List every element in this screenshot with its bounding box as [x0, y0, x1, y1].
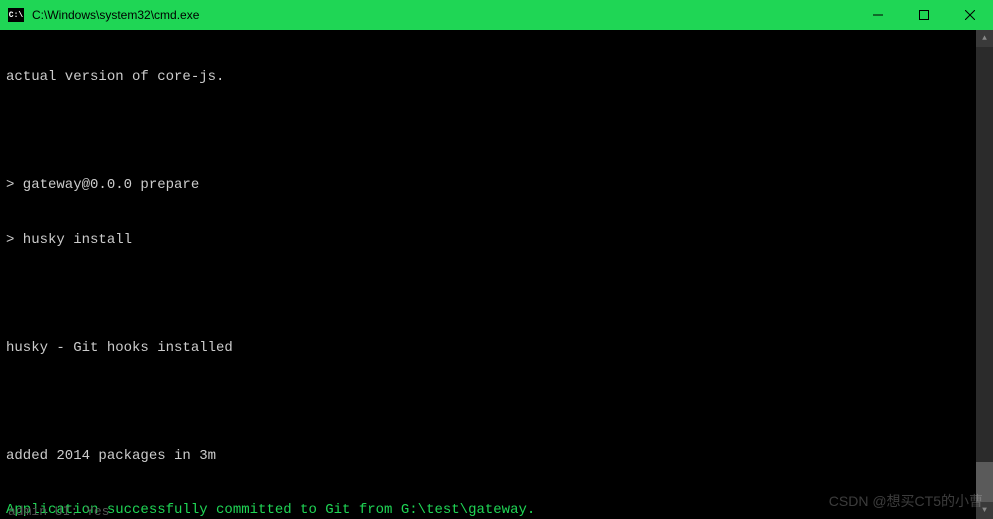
- window-titlebar: C:\ C:\Windows\system32\cmd.exe: [0, 0, 993, 30]
- window-title: C:\Windows\system32\cmd.exe: [32, 8, 199, 22]
- scroll-up-arrow[interactable]: ▲: [976, 30, 993, 47]
- output-line: husky - Git hooks installed: [6, 339, 987, 357]
- scrollbar[interactable]: ▲ ▼: [976, 30, 993, 519]
- output-line: > husky install: [6, 231, 987, 249]
- cmd-icon: C:\: [8, 8, 24, 22]
- output-line: [6, 123, 987, 140]
- output-line: > gateway@0.0.0 prepare: [6, 176, 987, 194]
- output-line: [6, 285, 987, 302]
- terminal-output[interactable]: actual version of core-js. > gateway@0.0…: [0, 30, 993, 519]
- window-controls: [855, 0, 993, 30]
- cutoff-text: admin UI: Yes: [8, 504, 109, 519]
- output-line: [6, 393, 987, 410]
- maximize-button[interactable]: [901, 0, 947, 30]
- close-button[interactable]: [947, 0, 993, 30]
- output-line: added 2014 packages in 3m: [6, 447, 987, 465]
- output-line: actual version of core-js.: [6, 68, 987, 86]
- minimize-button[interactable]: [855, 0, 901, 30]
- watermark: CSDN @想买CT5的小曹: [829, 491, 983, 511]
